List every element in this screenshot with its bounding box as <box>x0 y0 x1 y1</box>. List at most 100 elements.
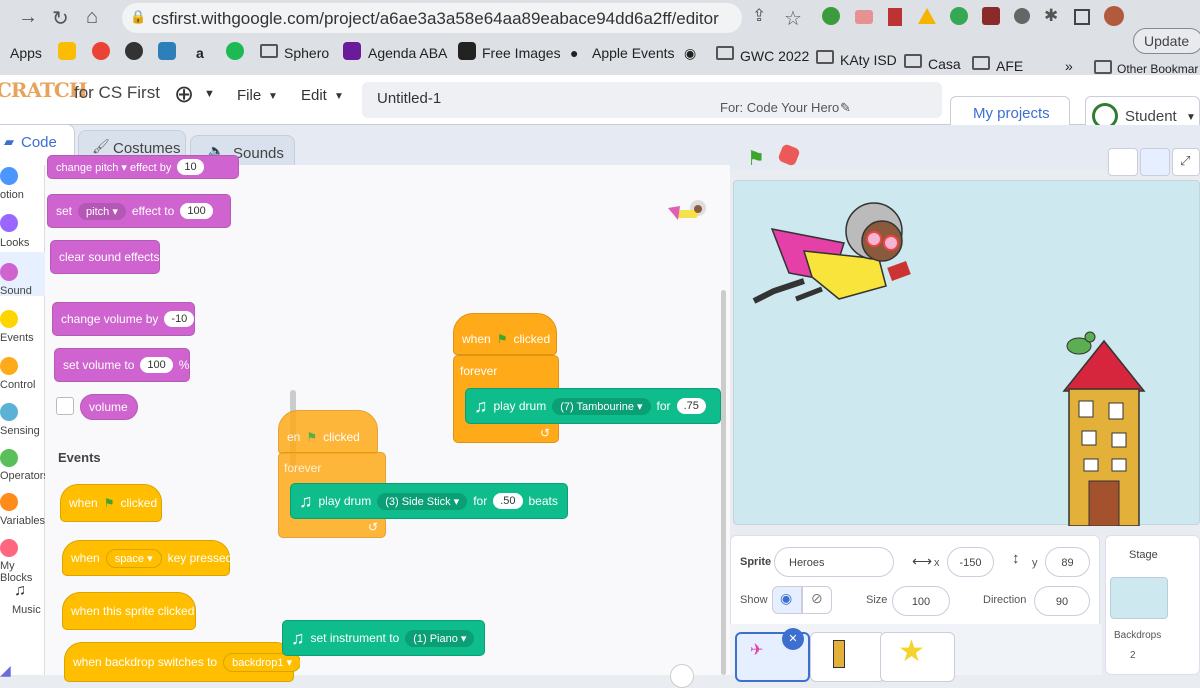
workspace-scrollbar[interactable] <box>721 290 726 675</box>
stage-canvas[interactable] <box>733 180 1200 527</box>
amazon-icon[interactable]: a <box>196 45 204 61</box>
drum-dropdown[interactable]: (7) Tambourine ▾ <box>552 397 651 415</box>
extension-icon[interactable] <box>982 7 1000 25</box>
extension-icon[interactable] <box>888 8 902 26</box>
globe-icon[interactable]: ⊕ <box>174 80 194 109</box>
extension-button-icon[interactable]: ◢ <box>0 662 11 679</box>
size-input[interactable]: 100 <box>892 586 950 616</box>
project-title-input[interactable]: Untitled-1 <box>377 90 441 107</box>
pitch-dropdown[interactable]: pitch ▾ <box>78 202 126 220</box>
pencil-icon[interactable]: ✎ <box>840 100 851 116</box>
hat-when-flag-clicked[interactable]: when ⚑ clicked <box>453 313 557 355</box>
category-motion-dot[interactable] <box>0 167 18 185</box>
stage-thumbnail[interactable] <box>1110 577 1168 619</box>
bookmark-sphero[interactable]: Sphero <box>284 45 329 61</box>
category-events-dot[interactable] <box>0 310 18 328</box>
chevron-down-icon[interactable]: ▼ <box>204 88 215 100</box>
chevron-down-icon[interactable]: ▼ <box>334 91 344 102</box>
bookmark-apps[interactable]: Apps <box>10 45 42 61</box>
category-looks-label[interactable]: Looks <box>0 237 29 249</box>
category-sensing-dot[interactable] <box>0 403 18 421</box>
forward-icon[interactable]: → <box>18 6 38 29</box>
category-operators-dot[interactable] <box>0 449 18 467</box>
block-when-flag-clicked[interactable]: when ⚑ clicked <box>60 484 162 522</box>
category-motion-label[interactable]: otion <box>0 189 24 201</box>
edit-menu[interactable]: Edit <box>301 87 327 104</box>
category-sound-label[interactable]: Sound <box>0 285 32 297</box>
key-dropdown[interactable]: space ▾ <box>105 548 162 568</box>
value-field[interactable]: 100 <box>140 357 173 373</box>
block-change-volume[interactable]: change volume by -10 <box>52 302 195 336</box>
more-bookmarks-chevron[interactable]: » <box>1065 58 1073 74</box>
category-music-label[interactable]: Music <box>12 604 41 616</box>
bookmark-agenda[interactable]: Agenda ABA <box>368 45 447 61</box>
block-play-drum[interactable]: ♫ play drum (3) Side Stick ▾ for .50 bea… <box>290 483 568 519</box>
category-sensing-label[interactable]: Sensing <box>0 425 40 437</box>
category-control-dot[interactable] <box>0 357 18 375</box>
bookmark-free-images[interactable]: Free Images <box>482 45 561 61</box>
volume-checkbox[interactable] <box>56 397 74 415</box>
sprite-name-input[interactable]: Heroes <box>774 547 894 577</box>
category-myblocks-label[interactable]: My Blocks <box>0 560 45 584</box>
pinwheel-icon[interactable] <box>92 42 110 60</box>
bookmark-katy[interactable]: KAty ISD <box>840 52 897 68</box>
category-events-label[interactable]: Events <box>0 332 34 344</box>
sidepanel-icon[interactable] <box>1074 9 1090 25</box>
block-set-volume[interactable]: set volume to 100 % <box>54 348 190 382</box>
value-field[interactable]: 100 <box>180 203 213 219</box>
bookmark-casa[interactable]: Casa <box>928 56 961 72</box>
category-operators-label[interactable]: Operators <box>0 470 49 482</box>
hat-when-flag-clicked[interactable]: en ⚑ clicked <box>278 410 378 454</box>
bookmark-afe[interactable]: AFE <box>996 58 1023 74</box>
y-input[interactable]: 89 <box>1045 547 1090 577</box>
category-sound-dot[interactable] <box>0 263 18 281</box>
block-when-key-pressed[interactable]: when space ▾ key pressed <box>62 540 232 576</box>
chevron-down-icon[interactable]: ▼ <box>268 91 278 102</box>
block-set-pitch[interactable]: set pitch ▾ effect to 100 <box>47 194 231 228</box>
zoom-button[interactable] <box>670 664 694 688</box>
project-title-box[interactable] <box>362 82 942 118</box>
drum-dropdown[interactable]: (3) Side Stick ▾ <box>377 492 468 510</box>
spotify-icon[interactable] <box>226 42 244 60</box>
share-icon[interactable]: ⇪ <box>752 6 766 26</box>
extension-icon[interactable] <box>855 10 873 24</box>
beats-field[interactable]: .75 <box>676 398 706 414</box>
value-field[interactable]: 10 <box>177 159 204 175</box>
category-looks-dot[interactable] <box>0 214 18 232</box>
bookmark-apple-events[interactable]: Apple Events <box>592 45 675 61</box>
category-variables-dot[interactable] <box>0 493 18 511</box>
block-set-instrument[interactable]: ♫ set instrument to (1) Piano ▾ <box>282 620 485 656</box>
block-play-drum[interactable]: ♫ play drum (7) Tambourine ▾ for .75 <box>465 388 721 424</box>
home-icon[interactable]: ⌂ <box>86 6 98 29</box>
cloud-icon[interactable] <box>158 42 176 60</box>
star-icon[interactable]: ☆ <box>784 6 802 31</box>
bookmark-other[interactable]: Other Bookmar <box>1117 62 1198 76</box>
value-field[interactable]: -10 <box>164 311 195 327</box>
x-input[interactable]: -150 <box>947 547 994 577</box>
block-change-pitch[interactable]: change pitch ▾ effect by 10 <box>47 155 239 179</box>
normal-stage-button[interactable] <box>1140 148 1170 176</box>
category-variables-label[interactable]: Variables <box>0 515 45 527</box>
block-when-sprite-clicked[interactable]: when this sprite clicked <box>62 592 196 630</box>
green-flag-button[interactable]: ⚑ <box>747 146 765 171</box>
delete-sprite-icon[interactable]: ✕ <box>782 628 804 650</box>
reload-icon[interactable]: ↻ <box>52 6 69 31</box>
direction-input[interactable]: 90 <box>1034 586 1090 616</box>
category-myblocks-dot[interactable] <box>0 539 18 557</box>
extension-icon[interactable] <box>822 7 840 25</box>
reporter-volume[interactable]: volume <box>80 394 138 420</box>
extension-icon[interactable] <box>125 42 143 60</box>
extension-icon[interactable] <box>950 7 968 25</box>
file-menu[interactable]: File <box>237 87 261 104</box>
update-button[interactable]: Update <box>1133 28 1200 54</box>
category-control-label[interactable]: Control <box>0 379 35 391</box>
url-text[interactable]: csfirst.withgoogle.com/project/a6ae3a3a5… <box>152 9 719 29</box>
beats-field[interactable]: .50 <box>493 493 523 509</box>
instrument-dropdown[interactable]: (1) Piano ▾ <box>405 629 475 647</box>
chevron-down-icon[interactable]: ▼ <box>1186 112 1196 123</box>
puzzle-icon[interactable]: ✱ <box>1044 6 1058 26</box>
block-clear-sound-effects[interactable]: clear sound effects <box>50 240 160 274</box>
bookmark-gwc[interactable]: GWC 2022 <box>740 48 809 64</box>
drive-icon[interactable] <box>58 42 76 60</box>
music-icon[interactable]: ♫ <box>14 582 26 600</box>
